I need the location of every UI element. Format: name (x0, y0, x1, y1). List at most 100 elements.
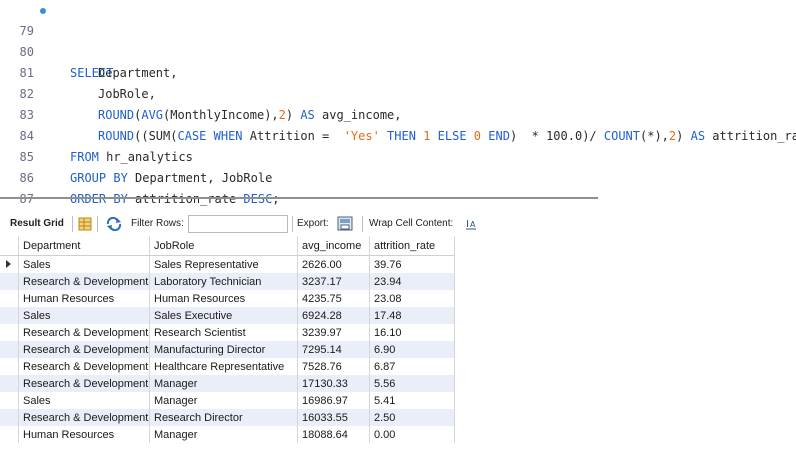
sql-editor[interactable]: 79 SELECT 80 Department, 81 JobRole, 82 … (0, 0, 796, 206)
code-line-79: 79 SELECT (0, 0, 796, 80)
cell-avg-income[interactable]: 2626.00 (297, 255, 370, 273)
cell-department[interactable]: Research & Development (18, 324, 150, 341)
cell-jobrole[interactable]: Sales Representative (149, 255, 298, 273)
cell-avg-income[interactable]: 16986.97 (297, 392, 370, 409)
svg-text:A: A (470, 220, 476, 229)
cell-avg-income[interactable]: 7528.76 (297, 358, 370, 375)
cell-jobrole[interactable]: Manufacturing Director (149, 341, 298, 358)
cell-jobrole[interactable]: Manager (149, 392, 298, 409)
cell-jobrole[interactable]: Manager (149, 426, 298, 443)
cell-jobrole[interactable]: Manager (149, 375, 298, 392)
grid-view-icon[interactable] (78, 217, 92, 231)
result-grid-tab[interactable]: Result Grid (10, 213, 64, 235)
cell-department[interactable]: Research & Development (18, 375, 150, 392)
cell-attrition-rate[interactable]: 5.41 (369, 392, 455, 409)
cell-attrition-rate[interactable]: 6.90 (369, 341, 455, 358)
cell-avg-income[interactable]: 17130.33 (297, 375, 370, 392)
filter-rows-input[interactable] (188, 215, 288, 233)
cell-avg-income[interactable]: 3237.17 (297, 273, 370, 290)
row-header[interactable] (0, 392, 19, 409)
filter-rows-label: Filter Rows: (131, 218, 184, 229)
cell-attrition-rate[interactable]: 16.10 (369, 324, 455, 341)
cell-avg-income[interactable]: 3239.97 (297, 324, 370, 341)
row-header[interactable] (0, 324, 19, 341)
export-icon[interactable] (337, 216, 355, 232)
cell-avg-income[interactable]: 7295.14 (297, 341, 370, 358)
row-header[interactable] (0, 409, 19, 426)
column-header-attrition-rate[interactable]: attrition_rate (369, 236, 455, 256)
table-row[interactable]: Research & Development Manufacturing Dire… (0, 341, 455, 358)
table-row[interactable]: Research & Development Laboratory Technic… (0, 273, 455, 290)
cell-jobrole[interactable]: Healthcare Representative (149, 358, 298, 375)
current-row-arrow-icon (6, 259, 11, 268)
code-line-82: 82 ROUND(AVG(MonthlyIncome),2) AS avg_in… (0, 63, 796, 122)
row-header[interactable] (0, 290, 19, 307)
code-line-86: 86 ORDER BY attrition_rate DESC; (0, 147, 796, 206)
row-header[interactable] (0, 426, 19, 443)
divider (97, 216, 98, 232)
row-header[interactable] (0, 307, 19, 324)
cell-jobrole[interactable]: Laboratory Technician (149, 273, 298, 290)
cell-avg-income[interactable]: 16033.55 (297, 409, 370, 426)
code-line-81: 81 JobRole, (0, 42, 796, 101)
table-row[interactable]: Research & Development Research Scientist… (0, 324, 455, 341)
cell-attrition-rate[interactable]: 5.56 (369, 375, 455, 392)
cell-attrition-rate[interactable]: 23.08 (369, 290, 455, 307)
wrap-cell-label: Wrap Cell Content: (369, 218, 454, 229)
cell-attrition-rate[interactable]: 23.94 (369, 273, 455, 290)
cell-department[interactable]: Human Resources (18, 290, 150, 307)
table-row[interactable]: Sales Sales Executive 6924.28 17.48 (0, 307, 455, 324)
table-row[interactable]: Sales Manager 16986.97 5.41 (0, 392, 455, 409)
column-header-jobrole[interactable]: JobRole (149, 236, 298, 256)
cell-attrition-rate[interactable]: 39.76 (369, 255, 455, 273)
table-row[interactable]: Research & Development Healthcare Represe… (0, 358, 455, 375)
statement-marker-icon (40, 8, 46, 14)
row-header[interactable] (0, 273, 19, 290)
column-header-department[interactable]: Department (18, 236, 150, 256)
cell-department[interactable]: Research & Development (18, 358, 150, 375)
row-header[interactable] (0, 341, 19, 358)
cell-attrition-rate[interactable]: 0.00 (369, 426, 455, 443)
cell-attrition-rate[interactable]: 6.87 (369, 358, 455, 375)
cell-attrition-rate[interactable]: 17.48 (369, 307, 455, 324)
divider (362, 216, 363, 232)
row-header-corner (0, 236, 19, 256)
result-toolbar: Result Grid Filter Rows: Export: Wrap Ce… (0, 213, 796, 235)
cell-department[interactable]: Research & Development (18, 409, 150, 426)
table-row[interactable]: Research & Development Manager 17130.33 5.5… (0, 375, 455, 392)
cell-department[interactable]: Sales (18, 255, 150, 273)
cell-jobrole[interactable]: Research Scientist (149, 324, 298, 341)
cell-department[interactable]: Sales (18, 392, 150, 409)
table-row[interactable]: Research & Development Research Director 1… (0, 409, 455, 426)
refresh-icon[interactable] (106, 216, 122, 232)
row-header[interactable] (0, 255, 19, 273)
code-line-80: 80 Department, (0, 21, 796, 80)
divider (72, 216, 73, 232)
cell-avg-income[interactable]: 4235.75 (297, 290, 370, 307)
row-header[interactable] (0, 375, 19, 392)
code-line-84: 84 FROM hr_analytics (0, 105, 796, 164)
code-line-83: 83 ROUND((SUM(CASE WHEN Attrition = 'Yes… (0, 84, 796, 143)
cell-avg-income[interactable]: 18088.64 (297, 426, 370, 443)
table-row[interactable]: Human Resources Human Resources 4235.75 23.… (0, 290, 455, 307)
cell-attrition-rate[interactable]: 2.50 (369, 409, 455, 426)
cell-department[interactable]: Research & Development (18, 341, 150, 358)
table-row[interactable]: Sales Sales Representative 2626.00 39.76 (0, 255, 455, 273)
code-text: ORDER BY attrition_rate DESC; (70, 192, 280, 206)
horizontal-scrollbar[interactable] (0, 197, 598, 199)
wrap-text-icon[interactable]: I A (465, 217, 477, 231)
cell-department[interactable]: Human Resources (18, 426, 150, 443)
divider (292, 216, 293, 232)
cell-department[interactable]: Research & Development (18, 273, 150, 290)
result-grid[interactable]: Department JobRole avg_income attrition_… (0, 236, 455, 443)
cell-avg-income[interactable]: 6924.28 (297, 307, 370, 324)
svg-text:I: I (466, 219, 469, 230)
code-line-85: 85 GROUP BY Department, JobRole (0, 126, 796, 185)
cell-jobrole[interactable]: Sales Executive (149, 307, 298, 324)
row-header[interactable] (0, 358, 19, 375)
cell-jobrole[interactable]: Human Resources (149, 290, 298, 307)
table-row[interactable]: Human Resources Manager 18088.64 0.00 (0, 426, 455, 443)
column-header-avg-income[interactable]: avg_income (297, 236, 370, 256)
cell-department[interactable]: Sales (18, 307, 150, 324)
cell-jobrole[interactable]: Research Director (149, 409, 298, 426)
